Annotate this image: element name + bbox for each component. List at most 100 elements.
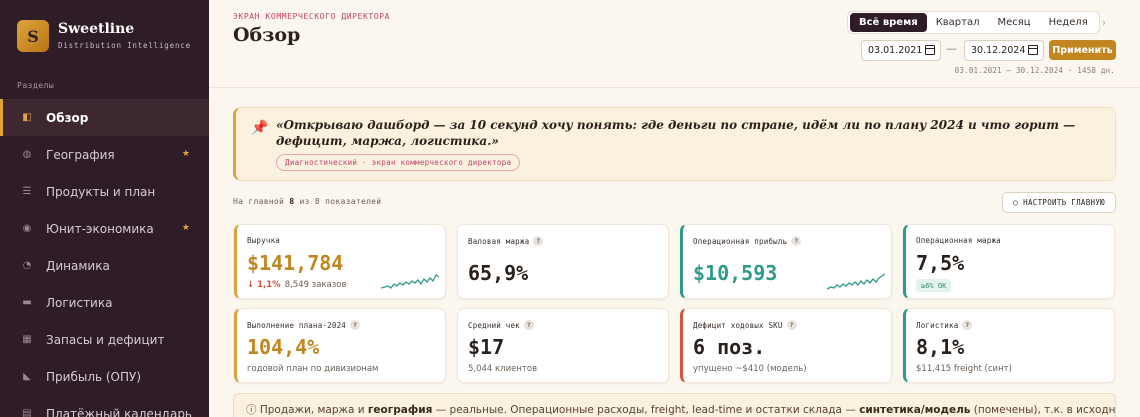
card-label: Дефицит ходовых SKU?: [693, 320, 797, 330]
target-icon: ◉: [22, 223, 32, 234]
tab-quarter[interactable]: Квартал: [927, 13, 989, 32]
date-separator: —: [946, 42, 957, 55]
sidebar-item-overview[interactable]: ◧ Обзор: [0, 99, 209, 136]
sidebar-item-label: Юнит-экономика: [46, 221, 154, 236]
date-to-value: 30.12.2024: [971, 45, 1026, 56]
kpi-card-logistics[interactable]: Логистика? 8,1% $11,415 freight (синт): [903, 308, 1115, 383]
brand-subtitle: Distribution Intelligence: [58, 41, 191, 50]
kpi-card-operating-margin[interactable]: Операционная маржа 7,5% ≥6% OK: [903, 224, 1115, 299]
period-tabs: Всё время Квартал Месяц Неделя: [847, 11, 1100, 34]
notice-text: Продажи, маржа и: [259, 404, 365, 416]
info-icon: ⓘ: [246, 404, 257, 416]
sidebar-item-logistics[interactable]: ▬ Логистика: [0, 284, 209, 321]
sidebar-item-label: Запасы и дефицит: [46, 332, 165, 347]
kpi-count-prefix: На главной: [233, 197, 285, 206]
chevron-right-icon: ›: [1101, 16, 1107, 29]
sidebar: S Sweetline Distribution Intelligence Ра…: [0, 0, 209, 417]
card-value: 65,9%: [468, 261, 529, 285]
kpi-count-middle: из: [299, 197, 310, 206]
card-sub: 5,044 клиентов: [468, 364, 538, 374]
calendar-icon[interactable]: [1028, 45, 1038, 55]
brand[interactable]: S Sweetline Distribution Intelligence: [17, 20, 191, 52]
prev-period-button[interactable]: ‹: [1070, 13, 1090, 32]
kpi-card-plan-fulfillment[interactable]: Выполнение плана-2024? 104,4% годовой пл…: [234, 308, 446, 383]
kpi-count-shown: 8: [289, 197, 295, 206]
calendar-icon: ▤: [22, 408, 32, 417]
brand-logo: S: [17, 20, 49, 52]
help-icon[interactable]: ?: [523, 320, 534, 330]
sidebar-item-label: Платёжный календарь: [46, 406, 193, 417]
date-range-summary: 03.01.2021 — 30.12.2024 · 1458 дн.: [954, 66, 1115, 75]
date-from-input[interactable]: 03.01.2021: [861, 40, 941, 61]
tab-all-time[interactable]: Всё время: [850, 13, 927, 32]
notice-bold: синтетика/модель: [859, 404, 971, 416]
status-badge: ≥6% OK: [916, 279, 952, 292]
list-icon: ☰: [22, 186, 32, 197]
overview-icon: ◧: [22, 112, 32, 123]
sidebar-item-label: География: [46, 147, 115, 162]
card-value: $141,784: [247, 251, 344, 275]
help-icon[interactable]: ?: [786, 320, 797, 330]
card-label: Выручка: [247, 236, 281, 245]
help-icon[interactable]: ?: [533, 236, 544, 246]
card-label: Средний чек?: [468, 320, 534, 330]
kpi-card-gross-margin[interactable]: Валовая маржа? 65,9%: [457, 224, 669, 299]
notice-text: — реальные. Операционные расходы, freigh…: [435, 404, 856, 416]
card-value: 7,5%: [916, 251, 965, 275]
star-icon: ★: [181, 223, 190, 233]
sidebar-item-stock[interactable]: ▦ Запасы и дефицит: [0, 321, 209, 358]
persona-quote-text: «Открываю дашборд — за 10 секунд хочу по…: [276, 118, 1076, 148]
page-title: Обзор: [233, 24, 301, 46]
sidebar-item-dynamics[interactable]: ◔ Динамика: [0, 247, 209, 284]
date-to-input[interactable]: 30.12.2024: [964, 40, 1044, 61]
profit-sparkline: [827, 273, 885, 290]
card-label: Операционная маржа: [916, 236, 1001, 245]
trend-down-delta: ↓ 1,1%: [247, 280, 281, 290]
sidebar-item-label: Обзор: [46, 110, 89, 125]
card-sub: $11,415 freight (синт): [916, 364, 1012, 374]
kpi-card-revenue[interactable]: Выручка $141,784 ↓ 1,1% 8,549 заказов: [234, 224, 446, 299]
card-label: Выполнение плана-2024?: [247, 320, 361, 330]
data-source-notice: ⓘ Продажи, маржа и география — реальные.…: [233, 393, 1116, 417]
configure-home-label: НАСТРОИТЬ ГЛАВНУЮ: [1023, 198, 1105, 207]
kpi-card-operating-profit[interactable]: Операционная прибыль? $10,593: [680, 224, 892, 299]
chevron-left-icon: ‹: [1077, 16, 1083, 29]
pin-icon: 📌: [251, 120, 269, 136]
globe-icon: ◍: [22, 149, 32, 160]
card-sub: годовой план по дивизионам: [247, 364, 379, 374]
calendar-icon[interactable]: [925, 45, 935, 55]
help-icon[interactable]: ?: [962, 320, 973, 330]
notice-bold: география: [367, 404, 433, 416]
sidebar-item-geography[interactable]: ◍ География ★: [0, 136, 209, 173]
card-value: $10,593: [693, 261, 778, 285]
date-from-value: 03.01.2021: [868, 45, 923, 56]
help-icon[interactable]: ?: [350, 320, 361, 330]
configure-home-button[interactable]: ○ НАСТРОИТЬ ГЛАВНУЮ: [1002, 192, 1116, 213]
truck-icon: ▬: [22, 297, 32, 308]
persona-tag: Диагностический · экран коммерческого ди…: [276, 154, 521, 171]
kpi-card-average-check[interactable]: Средний чек? $17 5,044 клиентов: [457, 308, 669, 383]
sidebar-item-label: Динамика: [46, 258, 110, 273]
help-icon[interactable]: ?: [791, 236, 802, 246]
sidebar-item-payment-calendar[interactable]: ▤ Платёжный календарь: [0, 395, 209, 417]
sidebar-item-label: Прибыль (ОПУ): [46, 369, 142, 384]
next-period-button[interactable]: ›: [1094, 13, 1114, 32]
card-sub: упущено ~$410 (модель): [693, 364, 807, 374]
sidebar-item-products[interactable]: ☰ Продукты и план: [0, 173, 209, 210]
kpi-card-sku-deficit[interactable]: Дефицит ходовых SKU? 6 поз. упущено ~$41…: [680, 308, 892, 383]
card-label: Валовая маржа?: [468, 236, 544, 246]
persona-quote-banner: 📌 «Открываю дашборд — за 10 секунд хочу …: [233, 107, 1116, 181]
card-label: Операционная прибыль?: [693, 236, 802, 246]
card-value: 104,4%: [247, 335, 320, 359]
header-divider: [209, 87, 1140, 88]
apply-button[interactable]: Применить: [1049, 40, 1116, 60]
kpi-count: На главной 8 из 8 показателей: [233, 197, 381, 206]
kpi-count-total: 8 показателей: [314, 197, 382, 206]
card-sub: ↓ 1,1% 8,549 заказов: [247, 280, 347, 290]
tab-month[interactable]: Месяц: [989, 13, 1040, 32]
brand-name: Sweetline: [58, 21, 135, 37]
sidebar-item-profit[interactable]: ◣ Прибыль (ОПУ): [0, 358, 209, 395]
sidebar-section-label: Разделы: [17, 81, 55, 90]
sidebar-item-unit-economics[interactable]: ◉ Юнит-экономика ★: [0, 210, 209, 247]
notice-text: (помечены), т.к. в исходных данных их не…: [973, 404, 1116, 416]
